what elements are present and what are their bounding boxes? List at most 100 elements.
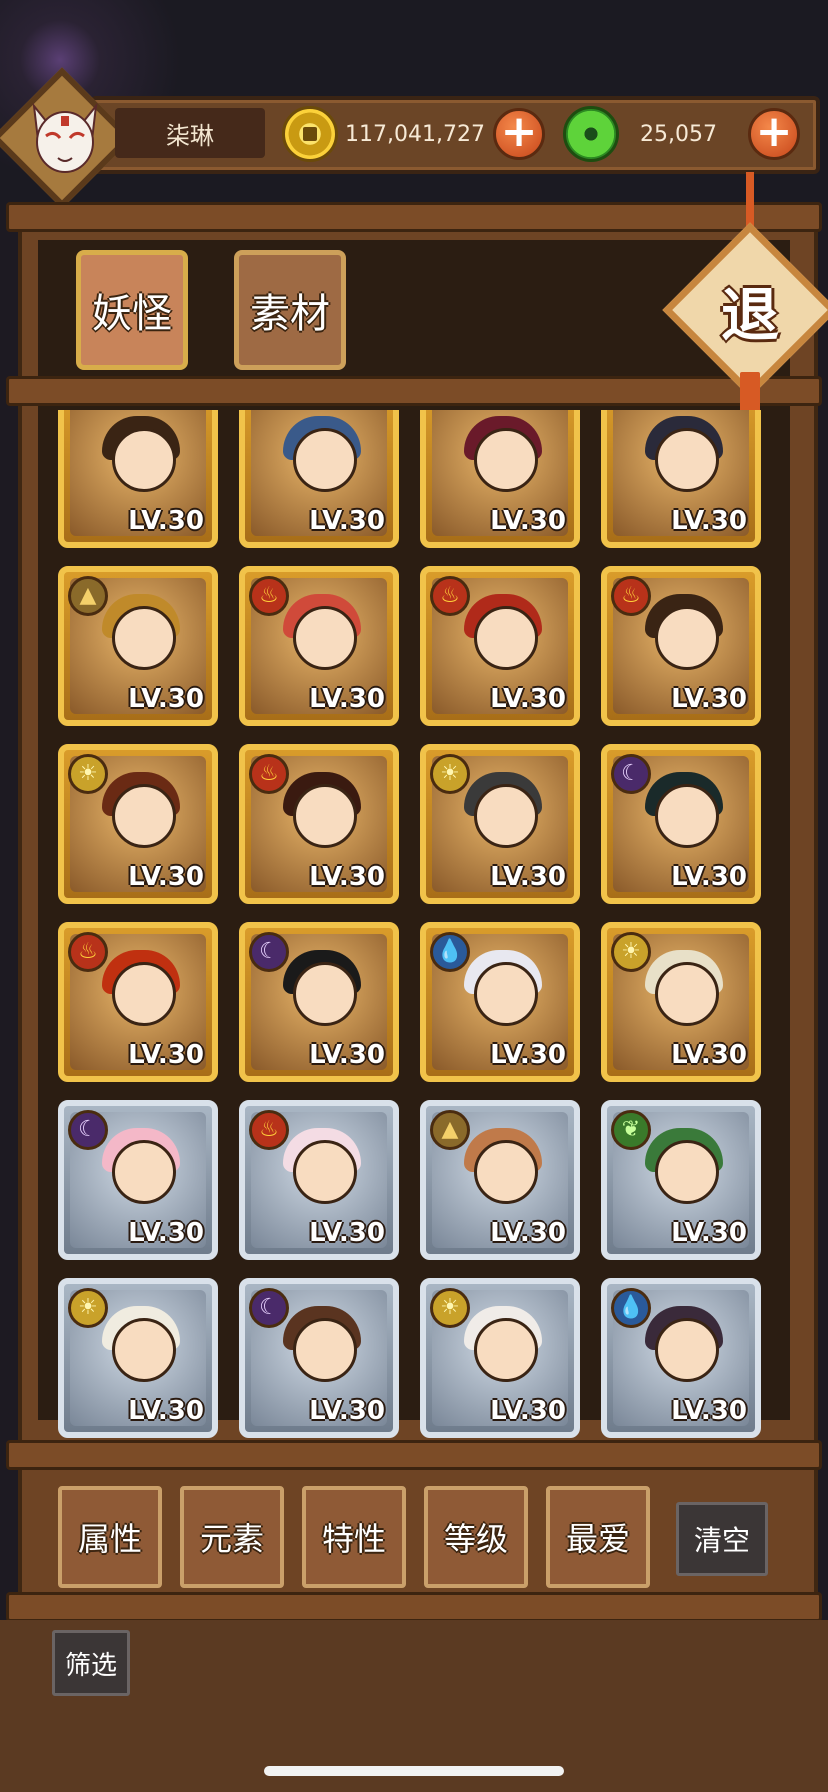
yokai-card[interactable]: LV.30 [239, 410, 399, 548]
yokai-face [474, 962, 538, 1026]
yokai-grid: LV.30 LV.30 LV.30 LV.30 ▲ LV.30 ♨ LV.30 ♨ LV.30 ♨ L… [58, 410, 770, 1440]
yokai-card[interactable]: ❦ LV.30 [601, 1100, 761, 1260]
tab-yokai[interactable]: 妖怪 [76, 250, 188, 370]
yokai-card[interactable]: ☾ LV.30 [601, 744, 761, 904]
yokai-face [112, 606, 176, 670]
yokai-level: LV.30 [309, 1396, 385, 1426]
water-element-icon: 💧 [430, 932, 470, 972]
fire-element-icon: ♨ [249, 1110, 289, 1150]
yokai-face [112, 1318, 176, 1382]
yokai-face [112, 1140, 176, 1204]
jade-count: 25,057 [640, 121, 717, 147]
filter-button[interactable]: 属性 [58, 1486, 162, 1588]
dark-element-icon: ☾ [249, 1288, 289, 1328]
fire-element-icon: ♨ [68, 932, 108, 972]
top-beam [6, 202, 822, 232]
yokai-face [112, 428, 176, 492]
yokai-card[interactable]: LV.30 [601, 410, 761, 548]
yokai-level: LV.30 [490, 684, 566, 714]
player-name: 柒琳 [115, 108, 265, 158]
yokai-card[interactable]: 💧 LV.30 [601, 1278, 761, 1438]
filter-button[interactable]: 特性 [302, 1486, 406, 1588]
yokai-card[interactable]: ♨ LV.30 [58, 922, 218, 1082]
sun-element-icon: ☀ [68, 1288, 108, 1328]
yokai-face [655, 428, 719, 492]
yokai-face [655, 962, 719, 1026]
yokai-level: LV.30 [128, 1218, 204, 1248]
yokai-face [112, 784, 176, 848]
filter-beam [6, 1440, 822, 1470]
yokai-level: LV.30 [490, 862, 566, 892]
yokai-card[interactable]: ♨ LV.30 [239, 744, 399, 904]
yokai-face [293, 962, 357, 1026]
yokai-card[interactable]: ☀ LV.30 [601, 922, 761, 1082]
sun-element-icon: ☀ [430, 754, 470, 794]
yokai-card[interactable]: 💧 LV.30 [420, 922, 580, 1082]
yokai-card[interactable]: ☾ LV.30 [58, 1100, 218, 1260]
yokai-card[interactable]: LV.30 [420, 410, 580, 548]
clear-button[interactable]: 清空 [676, 1502, 768, 1576]
dark-element-icon: ☾ [611, 754, 651, 794]
earth-element-icon: ▲ [68, 576, 108, 616]
yokai-card[interactable]: ☀ LV.30 [58, 1278, 218, 1438]
yokai-card[interactable]: ▲ LV.30 [420, 1100, 580, 1260]
yokai-face [474, 428, 538, 492]
jade-icon [563, 106, 619, 162]
yokai-face [655, 784, 719, 848]
yokai-card[interactable]: ☀ LV.30 [420, 744, 580, 904]
tab-materials[interactable]: 素材 [234, 250, 346, 370]
filter-button[interactable]: 等级 [424, 1486, 528, 1588]
fox-mask-avatar-icon [28, 96, 102, 180]
fire-element-icon: ♨ [249, 576, 289, 616]
yokai-face [293, 784, 357, 848]
yokai-level: LV.30 [309, 1040, 385, 1070]
wood-element-icon: ❦ [611, 1110, 651, 1150]
yokai-level: LV.30 [309, 862, 385, 892]
filter-button[interactable]: 元素 [180, 1486, 284, 1588]
filter-button[interactable]: 最爱 [546, 1486, 650, 1588]
yokai-card[interactable]: ♨ LV.30 [601, 566, 761, 726]
yokai-level: LV.30 [128, 684, 204, 714]
yokai-face [655, 1140, 719, 1204]
yokai-level: LV.30 [671, 1040, 747, 1070]
home-indicator[interactable] [264, 1766, 564, 1776]
yokai-level: LV.30 [128, 506, 204, 536]
yokai-level: LV.30 [671, 506, 747, 536]
yokai-card[interactable]: ▲ LV.30 [58, 566, 218, 726]
yokai-face [293, 1140, 357, 1204]
earth-element-icon: ▲ [430, 1110, 470, 1150]
yokai-card[interactable]: ☾ LV.30 [239, 1278, 399, 1438]
yokai-level: LV.30 [309, 684, 385, 714]
exit-label[interactable]: 退 [688, 262, 812, 358]
fire-element-icon: ♨ [430, 576, 470, 616]
bottom-beam [6, 1592, 822, 1622]
yokai-face [474, 606, 538, 670]
add-coins-button[interactable]: + [493, 108, 545, 160]
yokai-level: LV.30 [490, 1218, 566, 1248]
fire-element-icon: ♨ [249, 754, 289, 794]
yokai-card[interactable]: ♨ LV.30 [239, 566, 399, 726]
yokai-face [293, 606, 357, 670]
yokai-face [474, 1318, 538, 1382]
coin-icon [282, 106, 338, 162]
yokai-level: LV.30 [671, 1396, 747, 1426]
yokai-card[interactable]: ☾ LV.30 [239, 922, 399, 1082]
yokai-face [655, 1318, 719, 1382]
fire-element-icon: ♨ [611, 576, 651, 616]
sun-element-icon: ☀ [430, 1288, 470, 1328]
yokai-card[interactable]: LV.30 [58, 410, 218, 548]
yokai-level: LV.30 [490, 506, 566, 536]
yokai-level: LV.30 [309, 1218, 385, 1248]
yokai-card[interactable]: ☀ LV.30 [58, 744, 218, 904]
add-jade-button[interactable]: + [748, 108, 800, 160]
yokai-card[interactable]: ♨ LV.30 [239, 1100, 399, 1260]
yokai-level: LV.30 [671, 1218, 747, 1248]
sun-element-icon: ☀ [68, 754, 108, 794]
yokai-card[interactable]: ☀ LV.30 [420, 1278, 580, 1438]
yokai-card[interactable]: ♨ LV.30 [420, 566, 580, 726]
yokai-level: LV.30 [128, 1040, 204, 1070]
screen-filter-button[interactable]: 筛选 [52, 1630, 130, 1696]
coin-count: 117,041,727 [345, 121, 485, 147]
yokai-level: LV.30 [490, 1396, 566, 1426]
water-element-icon: 💧 [611, 1288, 651, 1328]
